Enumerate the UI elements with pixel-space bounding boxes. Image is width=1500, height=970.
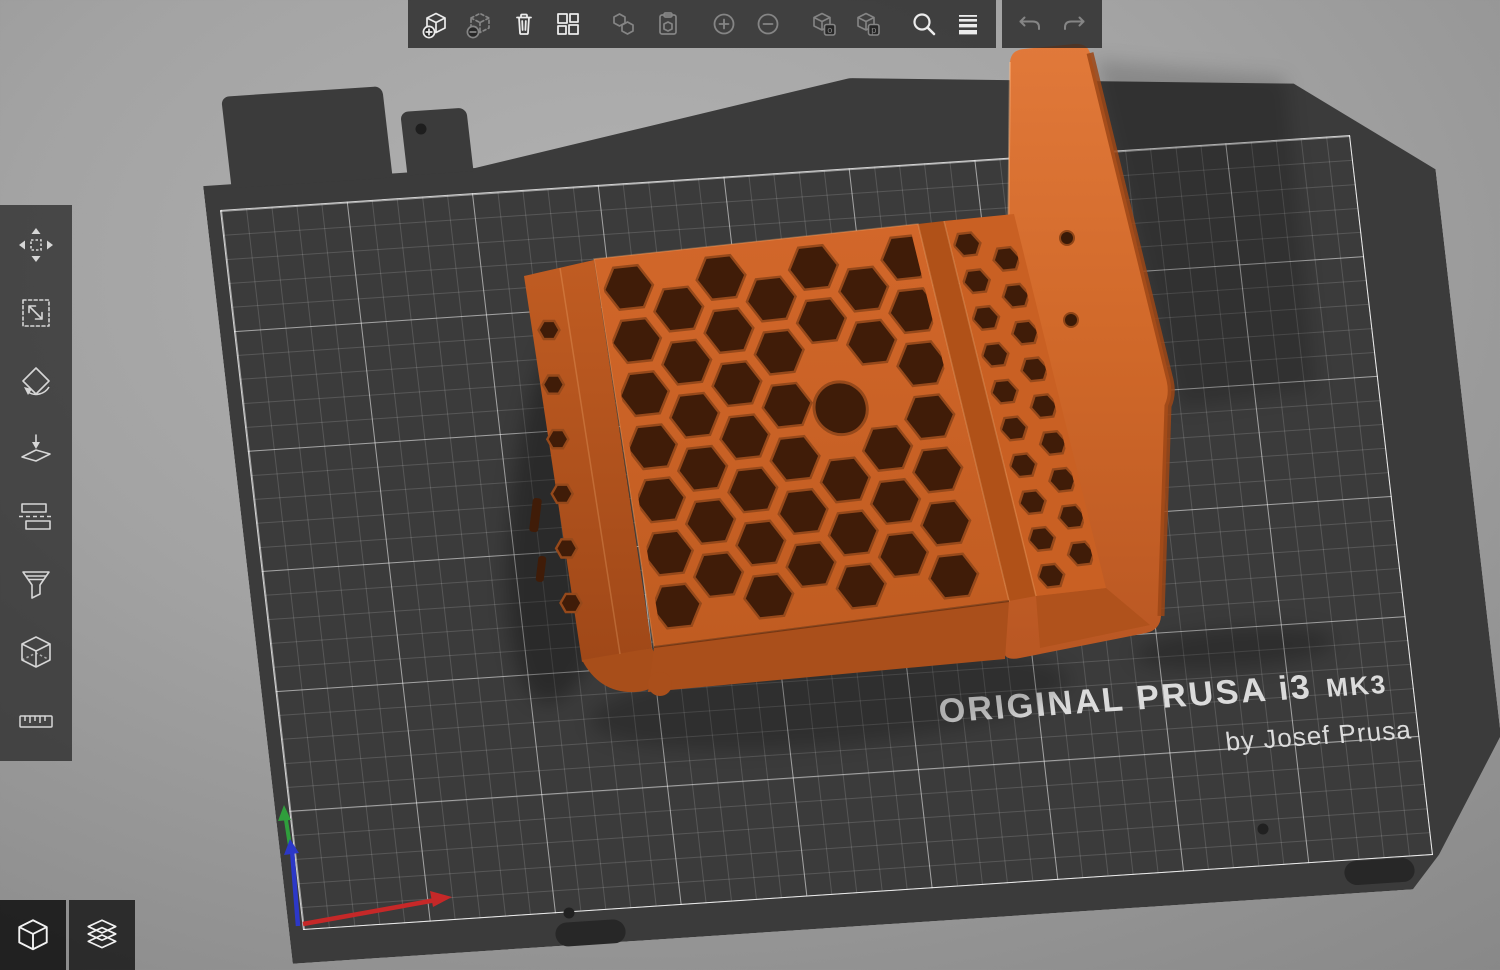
bed-foot-left — [554, 919, 627, 947]
redo-icon — [1058, 8, 1090, 40]
preview-view-button[interactable] — [69, 900, 135, 970]
cut-button[interactable] — [6, 487, 66, 547]
editor-view-button[interactable] — [0, 900, 66, 970]
bed-tab-small — [400, 108, 473, 176]
minus-circle-icon — [752, 8, 784, 40]
scale-button[interactable] — [6, 283, 66, 343]
rotate-icon — [14, 359, 58, 403]
paste-icon — [652, 8, 684, 40]
cut-icon — [14, 495, 58, 539]
bed-foot-right — [1343, 857, 1416, 885]
bed-grid — [220, 135, 1433, 930]
paint-button[interactable] — [6, 555, 66, 615]
rotate-button[interactable] — [6, 351, 66, 411]
undo-icon — [1014, 8, 1046, 40]
undo-redo-toolbar — [1002, 0, 1102, 48]
print-bed: ORIGINAL PRUSA i3MK3 by Josef Prusa — [220, 135, 1433, 930]
cube-minus-icon — [464, 8, 496, 40]
paint-funnel-icon — [14, 563, 58, 607]
left-toolbar — [0, 205, 72, 761]
remove-instance-button[interactable] — [746, 2, 790, 46]
split-to-parts-button[interactable]: p — [846, 2, 890, 46]
bed-tab-left — [221, 86, 393, 188]
split-objects-icon: o — [808, 8, 840, 40]
redo-button[interactable] — [1052, 2, 1096, 46]
variable-layer-height-button[interactable] — [946, 2, 990, 46]
paste-button[interactable] — [646, 2, 690, 46]
copy-icon — [608, 8, 640, 40]
viewport-3d: ORIGINAL PRUSA i3MK3 by Josef Prusa — [0, 0, 1500, 970]
add-instance-button[interactable] — [702, 2, 746, 46]
trash-icon — [508, 8, 540, 40]
split-to-objects-button[interactable]: o — [802, 2, 846, 46]
svg-text:o: o — [827, 26, 832, 36]
place-on-face-button[interactable] — [6, 419, 66, 479]
cube-icon — [14, 631, 58, 675]
undo-button[interactable] — [1008, 2, 1052, 46]
delete-all-button[interactable] — [502, 2, 546, 46]
move-icon — [14, 223, 58, 267]
top-toolbar: o p — [408, 0, 996, 48]
move-button[interactable] — [6, 215, 66, 275]
arrange-button[interactable] — [546, 2, 590, 46]
cube-outline-icon — [14, 916, 52, 954]
copy-button[interactable] — [602, 2, 646, 46]
layers-stack-icon — [83, 916, 121, 954]
place-on-face-icon — [14, 427, 58, 471]
search-icon — [908, 8, 940, 40]
view-toolbar — [0, 900, 135, 970]
split-parts-icon: p — [852, 8, 884, 40]
plus-circle-icon — [708, 8, 740, 40]
measure-button[interactable] — [6, 691, 66, 751]
svg-text:p: p — [871, 26, 876, 36]
cube-plus-icon — [420, 8, 452, 40]
bed-brand-model: MK3 — [1324, 669, 1388, 703]
ruler-icon — [14, 699, 58, 743]
arrange-grid-icon — [552, 8, 584, 40]
delete-button[interactable] — [458, 2, 502, 46]
seam-button[interactable] — [6, 623, 66, 683]
scale-icon — [14, 291, 58, 335]
search-button[interactable] — [902, 2, 946, 46]
add-button[interactable] — [414, 2, 458, 46]
layers-icon — [952, 8, 984, 40]
